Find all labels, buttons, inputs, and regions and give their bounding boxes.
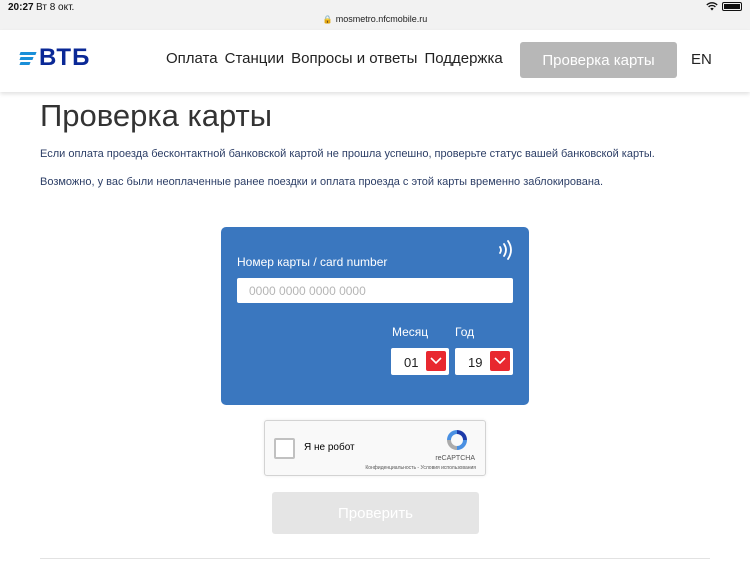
recaptcha-links[interactable]: Конфиденциальность - Условия использован… — [365, 465, 476, 471]
site-header: ВТБ Оплата Станции Вопросы и ответы Подд… — [0, 30, 750, 92]
recaptcha-brand: reCAPTCHA — [435, 455, 475, 462]
page-description-1: Если оплата проезда бесконтактной банков… — [40, 148, 655, 160]
status-date: Вт 8 окт. — [36, 2, 75, 13]
card-form: Номер карты / card number Месяц Год 01 1… — [221, 227, 529, 405]
month-value: 01 — [404, 355, 419, 370]
page-title: Проверка карты — [40, 98, 272, 133]
card-number-label: Номер карты / card number — [237, 255, 388, 269]
submit-button[interactable]: Проверить — [272, 492, 479, 534]
chevron-down-icon[interactable] — [426, 351, 446, 371]
address-bar[interactable]: 🔒 mosmetro.nfcmobile.ru — [0, 14, 750, 24]
check-card-nav-button[interactable]: Проверка карты — [520, 42, 677, 78]
month-select[interactable]: 01 — [391, 348, 449, 375]
language-switch[interactable]: EN — [691, 51, 712, 68]
year-value: 19 — [468, 355, 483, 370]
ios-status-bar: 20:27 Вт 8 окт. 🔒 mosmetro.nfcmobile.ru — [0, 0, 750, 30]
recaptcha-widget: Я не робот reCAPTCHA Конфиденциальность … — [264, 420, 486, 476]
logo-text: ВТБ — [39, 44, 91, 71]
status-time: 20:27 — [8, 2, 34, 13]
status-icons — [706, 2, 742, 11]
battery-icon — [722, 2, 742, 11]
logo-stripes-icon — [19, 51, 37, 65]
chevron-down-icon[interactable] — [490, 351, 510, 371]
page-description-2: Возможно, у вас были неоплаченные ранее … — [40, 176, 604, 188]
contactless-icon — [499, 240, 512, 260]
year-select[interactable]: 19 — [455, 348, 513, 375]
recaptcha-logo-icon — [447, 430, 467, 450]
month-label: Месяц — [392, 325, 429, 339]
nav-item-faq[interactable]: Вопросы и ответы — [291, 50, 417, 67]
nav-item-support[interactable]: Поддержка — [424, 50, 502, 67]
nav-item-payment[interactable]: Оплата — [166, 50, 218, 67]
main-nav: Оплата Станции Вопросы и ответы Поддержк… — [166, 50, 503, 67]
nav-item-stations[interactable]: Станции — [225, 50, 285, 67]
lock-icon: 🔒 — [322, 15, 333, 24]
vtb-logo[interactable]: ВТБ — [19, 44, 91, 72]
recaptcha-label: Я не робот — [304, 442, 355, 453]
recaptcha-checkbox[interactable] — [274, 438, 295, 459]
wifi-icon — [706, 2, 718, 11]
card-number-input[interactable] — [237, 278, 513, 303]
footer-divider — [40, 558, 710, 559]
year-label: Год — [455, 325, 475, 339]
address-url: mosmetro.nfcmobile.ru — [335, 14, 428, 24]
